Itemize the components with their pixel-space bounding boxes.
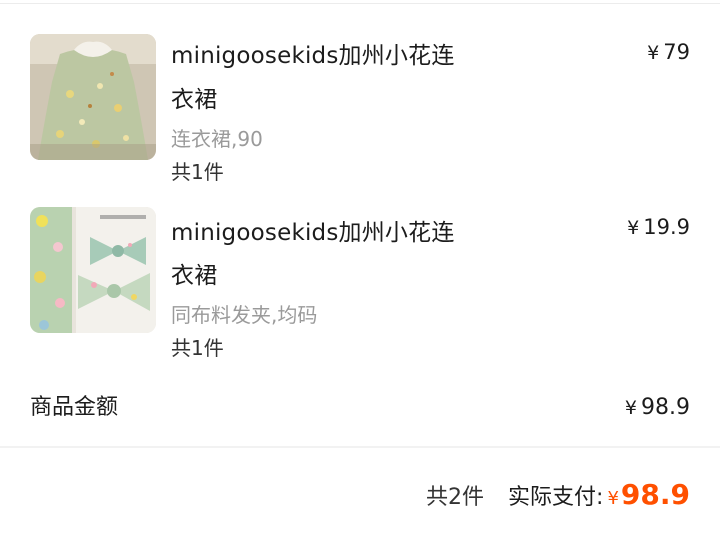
goods-amount-number: 98.9	[641, 395, 690, 420]
currency-symbol: ¥	[607, 488, 619, 509]
goods-amount-row: 商品金额 ¥98.9	[0, 388, 720, 428]
payment-summary-bar: 共2件 实际支付: ¥ 98.9	[0, 448, 720, 536]
item-quantity: 共1件	[171, 336, 224, 360]
floral-hair-clip-image[interactable]	[30, 207, 156, 333]
item-title-line2[interactable]: 衣裙	[171, 254, 491, 298]
payment-summary: 共2件 实际支付: ¥ 98.9	[426, 478, 690, 518]
item-price-value: 19.9	[643, 215, 690, 239]
floral-dress-image[interactable]	[30, 34, 156, 160]
item-title-line1[interactable]: minigoosekids加州小花连	[171, 211, 491, 255]
order-item[interactable]: minigoosekids加州小花连 衣裙 连衣裙,90 共1件 ¥79	[0, 4, 720, 194]
currency-symbol: ¥	[624, 397, 638, 419]
total-item-count: 共2件	[426, 485, 485, 510]
item-spec: 同布料发夹,均码	[171, 303, 318, 327]
currency-symbol: ¥	[647, 42, 660, 64]
order-items-card: minigoosekids加州小花连 衣裙 连衣裙,90 共1件 ¥79 min…	[0, 4, 720, 446]
item-price-value: 79	[663, 40, 690, 64]
item-price: ¥19.9	[627, 213, 690, 242]
actual-payment-label: 实际支付:	[508, 485, 604, 510]
item-price: ¥79	[647, 38, 690, 67]
goods-amount-label: 商品金额	[30, 395, 119, 420]
currency-symbol: ¥	[627, 217, 640, 239]
order-item[interactable]: minigoosekids加州小花连 衣裙 同布料发夹,均码 共1件 ¥19.9	[0, 176, 720, 366]
goods-amount-value: ¥98.9	[625, 388, 690, 428]
item-title-line2[interactable]: 衣裙	[171, 78, 491, 122]
actual-payment-amount: 98.9	[620, 478, 690, 511]
item-title-line1[interactable]: minigoosekids加州小花连	[171, 34, 491, 78]
item-spec: 连衣裙,90	[171, 127, 263, 151]
